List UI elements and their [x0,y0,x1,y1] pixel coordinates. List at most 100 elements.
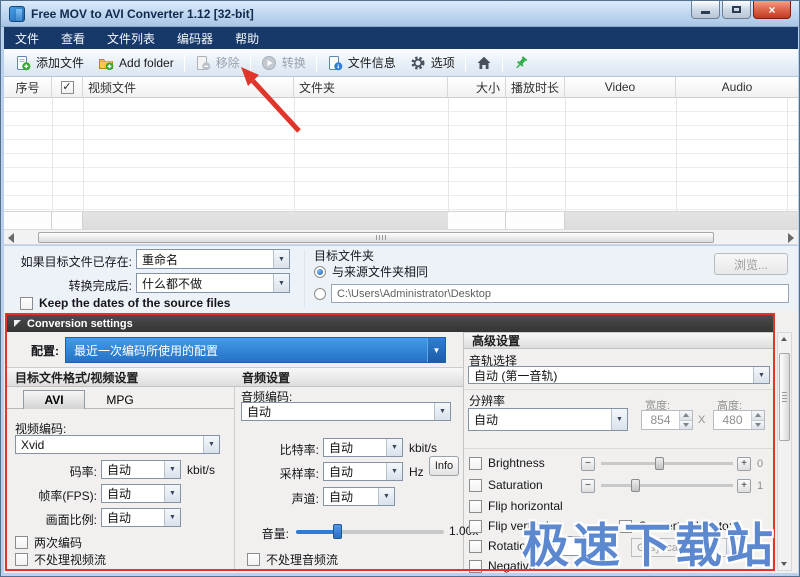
saturation-plus-button[interactable]: + [737,479,751,493]
add-file-button[interactable]: 添加文件 [8,51,91,75]
after-convert-select[interactable]: 什么都不做▼ [136,273,290,293]
saturation-slider-thumb[interactable] [631,479,640,492]
profile-select[interactable]: 最近一次编码所使用的配置 ▼ [65,337,446,363]
resolution-label: 分辨率 [469,392,505,409]
brightness-plus-button[interactable]: + [737,457,751,471]
brightness-checkbox[interactable] [469,457,482,470]
spin-down-icon[interactable] [752,420,764,430]
scroll-left-arrow[interactable] [8,233,14,243]
keep-dates-checkbox[interactable] [20,297,33,310]
add-folder-button[interactable]: Add folder [91,51,181,75]
scrollbar-thumb[interactable] [779,353,790,441]
spin-up-icon[interactable] [680,411,692,420]
maximize-button[interactable] [722,1,751,19]
resolution-select[interactable]: 自动▼ [468,408,628,431]
grid-line [787,98,788,211]
column-select[interactable]: ✓ [52,77,83,97]
convert-button[interactable]: 转换 [254,51,313,75]
vertical-scrollbar[interactable] [777,332,792,571]
column-audio[interactable]: Audio [676,77,798,97]
pin-button[interactable] [506,51,536,75]
horizontal-scrollbar[interactable] [4,229,798,245]
menu-file[interactable]: 文件 [4,27,50,50]
column-size[interactable]: 大小 [448,77,506,97]
minimize-button[interactable] [691,1,720,19]
fps-select[interactable]: 自动▼ [101,484,181,503]
remove-button[interactable]: 移除 [188,51,247,75]
width-value: 854 [642,411,679,429]
menu-encoder[interactable]: 编码器 [166,27,224,50]
brightness-minus-button[interactable]: − [581,457,595,471]
two-pass-checkbox[interactable] [15,536,28,549]
pin-icon [513,55,529,71]
check-icon: ✓ [62,82,71,93]
menu-bar: 文件 查看 文件列表 编码器 帮助 [4,27,798,49]
scroll-up-arrow[interactable] [781,337,787,341]
saturation-minus-button[interactable]: − [581,479,595,493]
column-duration[interactable]: 播放时长 [506,77,565,97]
sample-rate-select[interactable]: 自动▼ [323,462,403,481]
saturation-checkbox[interactable] [469,479,482,492]
flip-horizontal-checkbox[interactable] [469,500,482,513]
thumb-grip [376,235,386,240]
audio-codec-select[interactable]: 自动▼ [241,402,451,421]
rotation-checkbox[interactable] [469,540,482,553]
file-info-button[interactable]: 文件信息 [320,51,403,75]
close-button[interactable]: × [753,1,791,19]
menu-help[interactable]: 帮助 [224,27,270,50]
menu-file-list[interactable]: 文件列表 [96,27,166,50]
home-button[interactable] [469,51,499,75]
video-codec-select[interactable]: Xvid▼ [15,435,220,454]
column-video[interactable]: Video [565,77,676,97]
column-folder[interactable]: 文件夹 [294,77,448,97]
minimize-icon [701,11,710,14]
audio-bitrate-select[interactable]: 自动▼ [323,438,403,457]
spin-up-icon[interactable] [752,411,764,420]
video-bitrate-select[interactable]: 自动▼ [101,460,181,479]
same-as-source-radio[interactable] [314,266,326,278]
custom-folder-radio[interactable] [314,288,326,300]
chevron-down-icon: ▼ [434,403,450,420]
aspect-label: 画面比例: [13,511,97,528]
saturation-slider[interactable] [601,484,733,487]
menu-view[interactable]: 查看 [50,27,96,50]
audio-codec-value: 自动 [247,403,434,420]
brightness-slider[interactable] [601,462,733,465]
width-spinner[interactable]: 854 [641,410,693,430]
file-list-body[interactable] [4,98,798,211]
height-spinner[interactable]: 480 [713,410,765,430]
info-button[interactable]: Info [429,456,459,476]
conversion-settings-header[interactable]: Conversion settings [7,315,773,332]
home-icon [476,55,492,71]
brightness-slider-thumb[interactable] [655,457,664,470]
no-audio-checkbox[interactable] [247,553,260,566]
audio-track-select[interactable]: 自动 (第一音轨)▼ [468,366,770,384]
spin-down-icon[interactable] [680,420,692,430]
no-video-checkbox[interactable] [15,553,28,566]
thumb-grip [782,392,787,402]
file-info-icon [327,55,343,71]
tab-mpg[interactable]: MPG [89,390,151,409]
volume-slider-thumb[interactable] [333,524,342,539]
brightness-value: 0 [757,458,763,470]
scroll-down-arrow[interactable] [781,562,787,566]
negative-checkbox[interactable] [469,560,482,573]
volume-slider-fill [296,530,338,534]
profile-value: 最近一次编码所使用的配置 [74,342,218,359]
scrollbar-thumb[interactable] [38,232,714,243]
options-button[interactable]: 选项 [403,51,462,75]
scroll-right-arrow[interactable] [788,233,794,243]
aspect-select[interactable]: 自动▼ [101,508,181,527]
channels-select[interactable]: 自动▼ [323,487,395,506]
divider [234,387,235,571]
divider [304,250,305,307]
column-video-file[interactable]: 视频文件 [83,77,294,97]
select-all-checkbox[interactable]: ✓ [61,81,74,94]
flip-vertical-checkbox[interactable] [469,520,482,533]
table-summary-row [4,211,798,229]
browse-button[interactable]: 浏览... [714,253,788,275]
column-index[interactable]: 序号 [4,77,52,97]
tab-avi[interactable]: AVI [23,390,85,409]
if-exists-select[interactable]: 重命名▼ [136,249,290,269]
dest-path-input[interactable]: C:\Users\Administrator\Desktop [331,284,789,303]
